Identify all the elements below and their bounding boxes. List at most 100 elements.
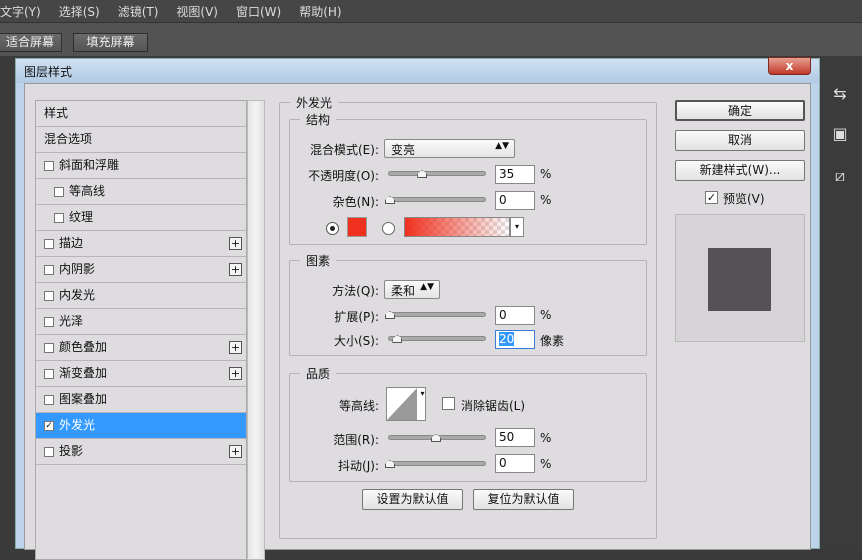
style-item-label: 图案叠加	[59, 392, 108, 406]
blend-mode-value: 变亮	[391, 143, 416, 157]
style-checkbox[interactable]	[44, 264, 54, 275]
gradient-radio[interactable]	[382, 222, 395, 235]
add-icon[interactable]: +	[229, 341, 242, 354]
style-item-label: 外发光	[59, 418, 96, 432]
style-checkbox[interactable]	[44, 290, 54, 301]
spread-input[interactable]: 0	[495, 306, 535, 325]
menu-item[interactable]: 文字(Y)	[0, 3, 41, 20]
technique-value: 柔和	[391, 284, 416, 298]
layer-style-dialog: 图层样式 x 样式 混合选项斜面和浮雕等高线纹理 描边 + 内阴影 + 内发光光泽颜色叠加 +…	[15, 57, 820, 560]
gradient-picker[interactable]	[404, 217, 510, 237]
style-list-item[interactable]: 描边 +	[36, 231, 246, 257]
style-list-item[interactable]: 内阴影 +	[36, 257, 246, 283]
style-list-item[interactable]: 样式	[36, 101, 246, 127]
add-icon[interactable]: +	[229, 367, 242, 380]
opacity-input[interactable]: 35	[495, 165, 535, 184]
spread-label: 扩展(P):	[334, 310, 379, 324]
spread-slider[interactable]	[385, 311, 486, 319]
contour-dropdown-icon[interactable]: ▾	[418, 387, 427, 421]
noise-unit: %	[540, 193, 552, 207]
style-item-label: 投影	[59, 444, 84, 458]
size-unit: 像素	[540, 334, 565, 348]
opacity-slider[interactable]	[388, 170, 486, 178]
glow-color-swatch[interactable]	[347, 217, 367, 237]
spread-unit: %	[540, 308, 552, 322]
style-list-item[interactable]: 投影 +	[36, 439, 246, 465]
jitter-input[interactable]: 0	[495, 454, 535, 473]
style-list-item[interactable]: ✓ 外发光	[36, 413, 246, 439]
style-list-item[interactable]: 混合选项	[36, 127, 246, 153]
style-checkbox[interactable]	[44, 316, 54, 327]
outer-glow-title: 外发光	[296, 96, 333, 110]
style-checkbox[interactable]: ✓	[44, 420, 54, 431]
technique-select[interactable]: 柔和 ▲▼	[384, 280, 440, 299]
style-list-item[interactable]: 渐变叠加 +	[36, 361, 246, 387]
preview-checkbox[interactable]: ✓	[705, 191, 718, 204]
style-list-item[interactable]: 斜面和浮雕	[36, 153, 246, 179]
gradient-dropdown-icon[interactable]: ▾	[510, 217, 524, 237]
opacity-thumb[interactable]	[417, 170, 428, 178]
menu-item[interactable]: 窗口(W)	[236, 3, 281, 20]
style-checkbox[interactable]	[44, 160, 54, 171]
solid-color-radio[interactable]	[326, 222, 339, 235]
updown-icon: ▲▼	[495, 141, 509, 151]
blend-mode-select[interactable]: 变亮 ▲▼	[384, 139, 515, 158]
size-label: 大小(S):	[333, 334, 379, 348]
style-list-item[interactable]: 等高线	[36, 179, 246, 205]
style-list-item[interactable]: 内发光	[36, 283, 246, 309]
range-input[interactable]: 50	[495, 428, 535, 447]
fill-screen-button[interactable]: 填充屏幕	[73, 33, 148, 52]
preview-swatch	[708, 248, 771, 311]
contour-label: 等高线:	[338, 399, 379, 413]
style-list-item[interactable]: 纹理	[36, 205, 246, 231]
fit-screen-button[interactable]: 适合屏幕	[0, 33, 62, 52]
new-style-button[interactable]: 新建样式(W)...	[675, 160, 805, 181]
menu-item[interactable]: 选择(S)	[59, 3, 100, 20]
noise-slider[interactable]	[385, 196, 486, 204]
add-icon[interactable]: +	[229, 263, 242, 276]
ok-button[interactable]: 确定	[675, 100, 805, 121]
reset-default-button[interactable]: 复位为默认值	[473, 489, 574, 510]
3d-cube-icon[interactable]: ▣	[828, 124, 852, 148]
options-toolbar: 适合屏幕 填充屏幕	[0, 22, 862, 56]
style-item-label: 斜面和浮雕	[59, 158, 120, 172]
add-icon[interactable]: +	[229, 237, 242, 250]
transform-icon[interactable]: ⧄	[828, 166, 852, 190]
menu-item[interactable]: 视图(V)	[176, 3, 218, 20]
preview-label: 预览(V)	[723, 192, 765, 206]
add-icon[interactable]: +	[229, 445, 242, 458]
size-input[interactable]: 20	[495, 330, 535, 349]
set-default-button[interactable]: 设置为默认值	[362, 489, 463, 510]
range-unit: %	[540, 431, 552, 445]
history-icon[interactable]: ⇆	[828, 84, 852, 108]
style-list-item[interactable]: 光泽	[36, 309, 246, 335]
menu-item[interactable]: 滤镜(T)	[118, 3, 159, 20]
updown-icon: ▲▼	[420, 282, 434, 292]
jitter-slider[interactable]	[385, 460, 486, 468]
close-button[interactable]: x	[768, 57, 811, 75]
size-slider[interactable]	[388, 335, 486, 343]
style-item-label: 等高线	[69, 184, 106, 198]
size-thumb[interactable]	[392, 335, 403, 343]
style-list-item[interactable]: 图案叠加	[36, 387, 246, 413]
range-slider[interactable]	[388, 434, 486, 442]
style-checkbox[interactable]	[54, 212, 64, 223]
range-thumb[interactable]	[431, 434, 441, 442]
structure-title: 结构	[306, 113, 331, 127]
menu-item[interactable]: 帮助(H)	[299, 3, 341, 20]
range-label: 范围(R):	[333, 433, 379, 447]
style-checkbox[interactable]	[44, 238, 54, 249]
style-list-item[interactable]: 颜色叠加 +	[36, 335, 246, 361]
style-checkbox[interactable]	[44, 394, 54, 405]
style-checkbox[interactable]	[44, 368, 54, 379]
style-checkbox[interactable]	[44, 446, 54, 457]
cancel-button[interactable]: 取消	[675, 130, 805, 151]
dialog-titlebar[interactable]: 图层样式	[16, 59, 819, 83]
style-list-scrollbar[interactable]	[247, 100, 265, 560]
antialias-checkbox[interactable]	[442, 397, 455, 410]
style-checkbox[interactable]	[54, 186, 64, 197]
elements-title: 图素	[306, 254, 331, 268]
noise-input[interactable]: 0	[495, 191, 535, 210]
style-item-label: 光泽	[59, 314, 84, 328]
style-checkbox[interactable]	[44, 342, 54, 353]
